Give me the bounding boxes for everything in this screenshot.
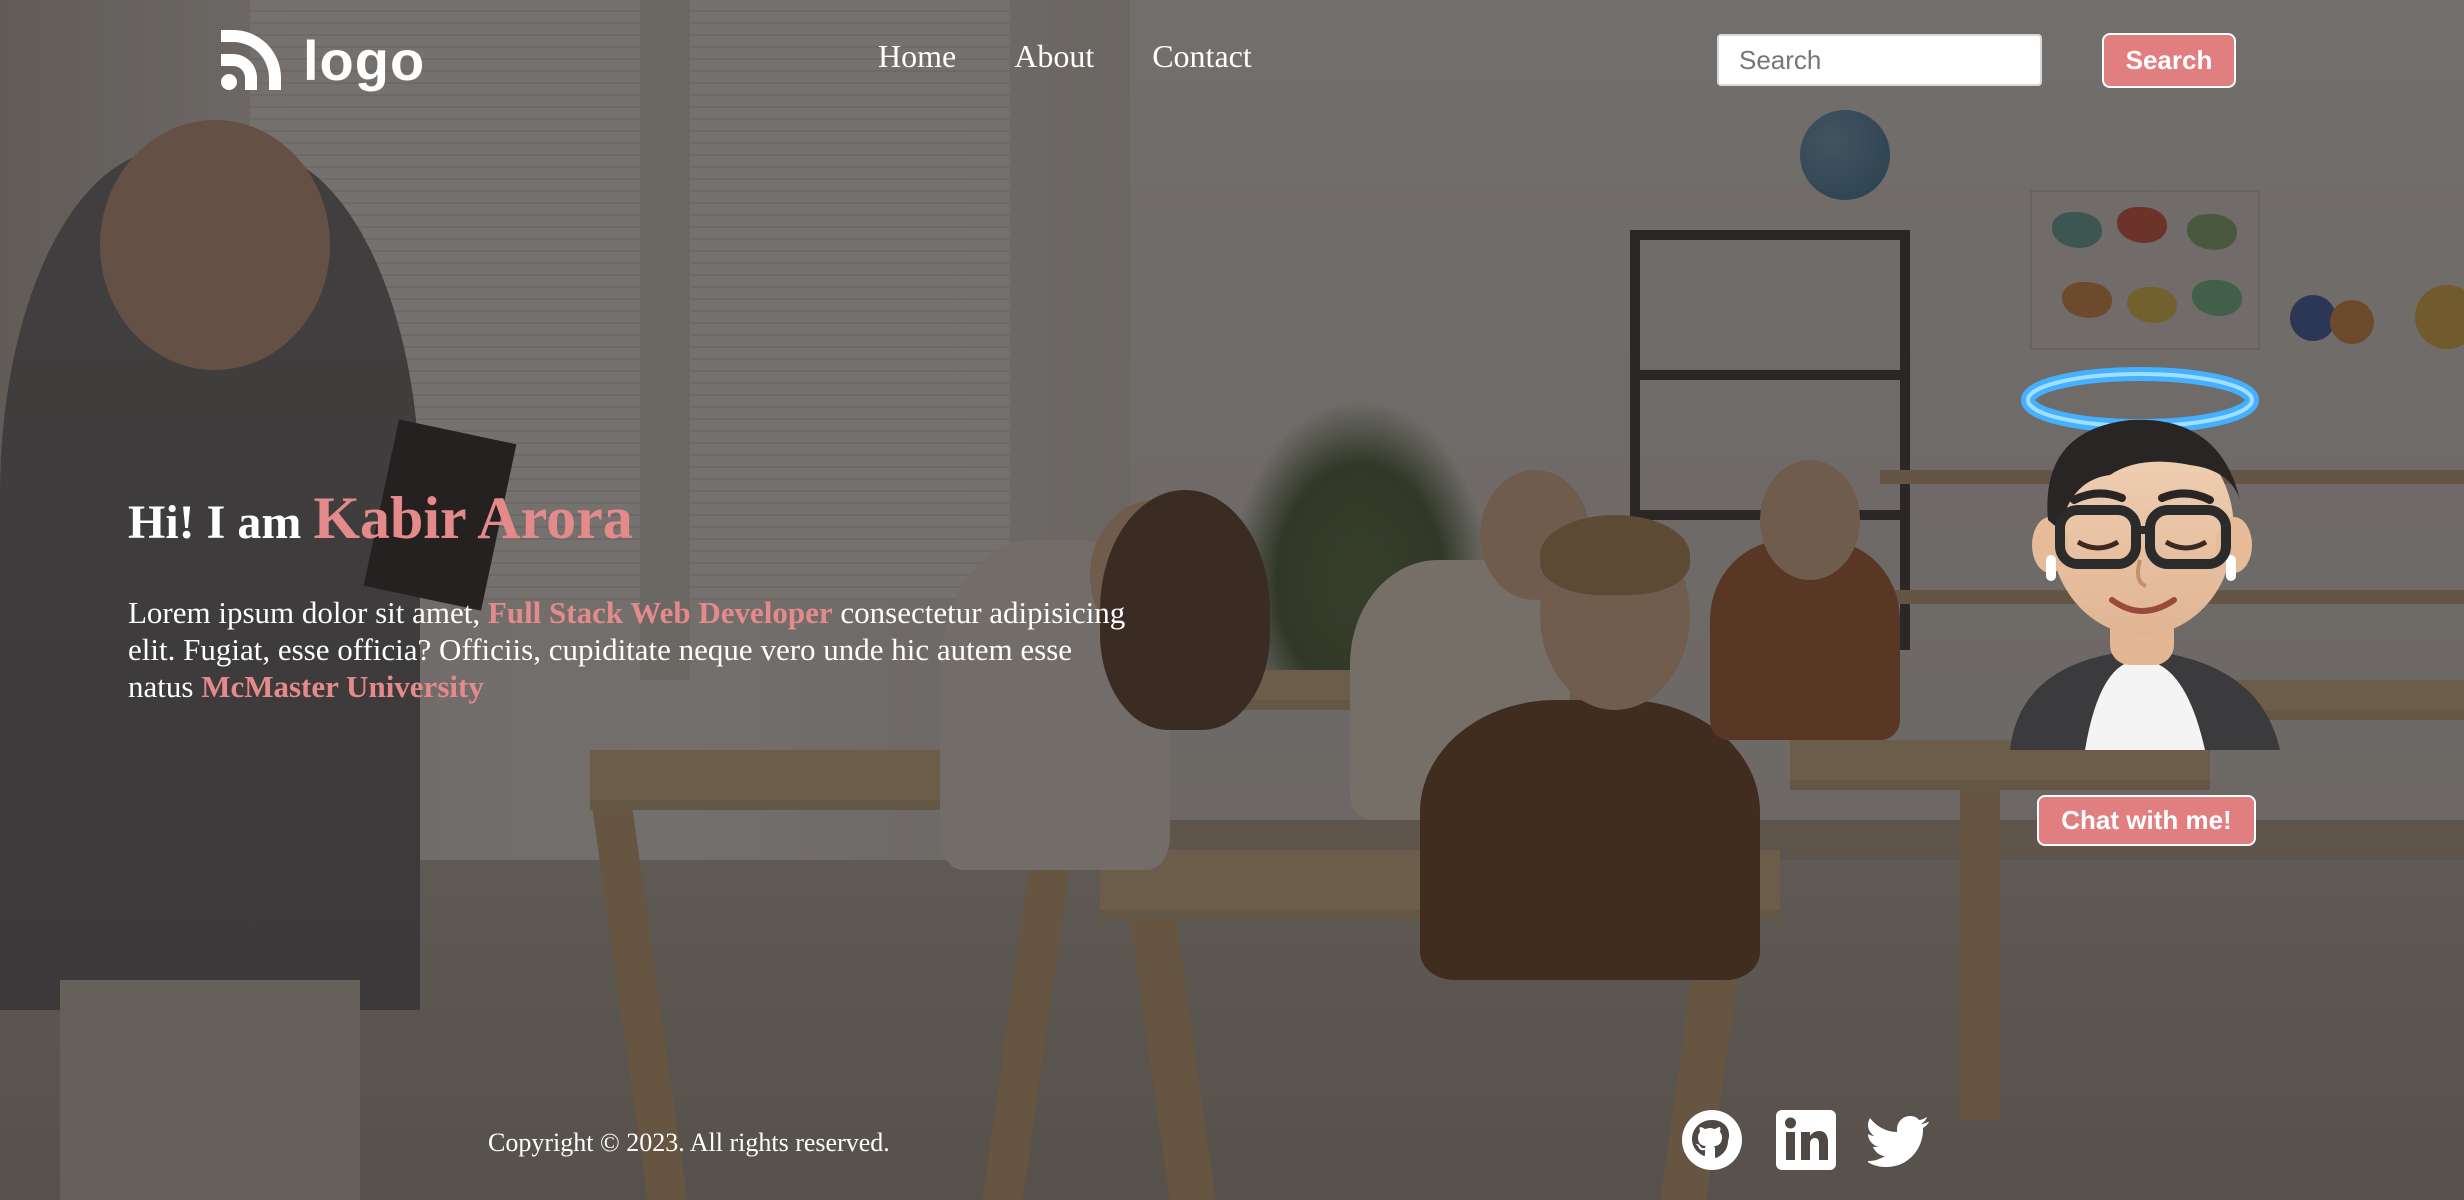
hero-description: Lorem ipsum dolor sit amet, Full Stack W… — [128, 594, 1138, 705]
linkedin-icon — [1776, 1110, 1836, 1170]
memoji-avatar — [2010, 367, 2280, 750]
site-logo[interactable]: logo — [215, 24, 425, 96]
top-navbar: logo Home About Contact Search — [0, 0, 2464, 120]
twitter-link[interactable] — [1868, 1108, 1932, 1172]
nav-links: Home About Contact — [878, 38, 1252, 75]
chat-with-me-button[interactable]: Chat with me! — [2037, 795, 2256, 846]
hero-text-part-1: Lorem ipsum dolor sit amet, — [128, 595, 488, 630]
hero-heading: Hi! I am Kabir Arora — [128, 484, 633, 553]
nav-link-home[interactable]: Home — [878, 38, 956, 75]
hero-greeting: Hi! I am — [128, 496, 314, 549]
nav-link-about[interactable]: About — [1014, 38, 1094, 75]
nav-link-contact[interactable]: Contact — [1152, 38, 1252, 75]
github-link[interactable] — [1680, 1108, 1744, 1172]
social-links — [1680, 1108, 1932, 1172]
github-icon — [1682, 1110, 1742, 1170]
twitter-icon — [1868, 1116, 1929, 1167]
copyright-text: Copyright © 2023. All rights reserved. — [488, 1128, 890, 1157]
hero-role-highlight: Full Stack Web Developer — [487, 595, 833, 630]
search-button[interactable]: Search — [2102, 33, 2236, 88]
linkedin-link[interactable] — [1774, 1108, 1838, 1172]
hero-school-highlight: McMaster University — [201, 669, 484, 704]
rss-logo-icon — [221, 30, 281, 90]
hero-name: Kabir Arora — [313, 485, 633, 551]
logo-text: logo — [303, 28, 426, 92]
search-input[interactable] — [1717, 34, 2042, 86]
